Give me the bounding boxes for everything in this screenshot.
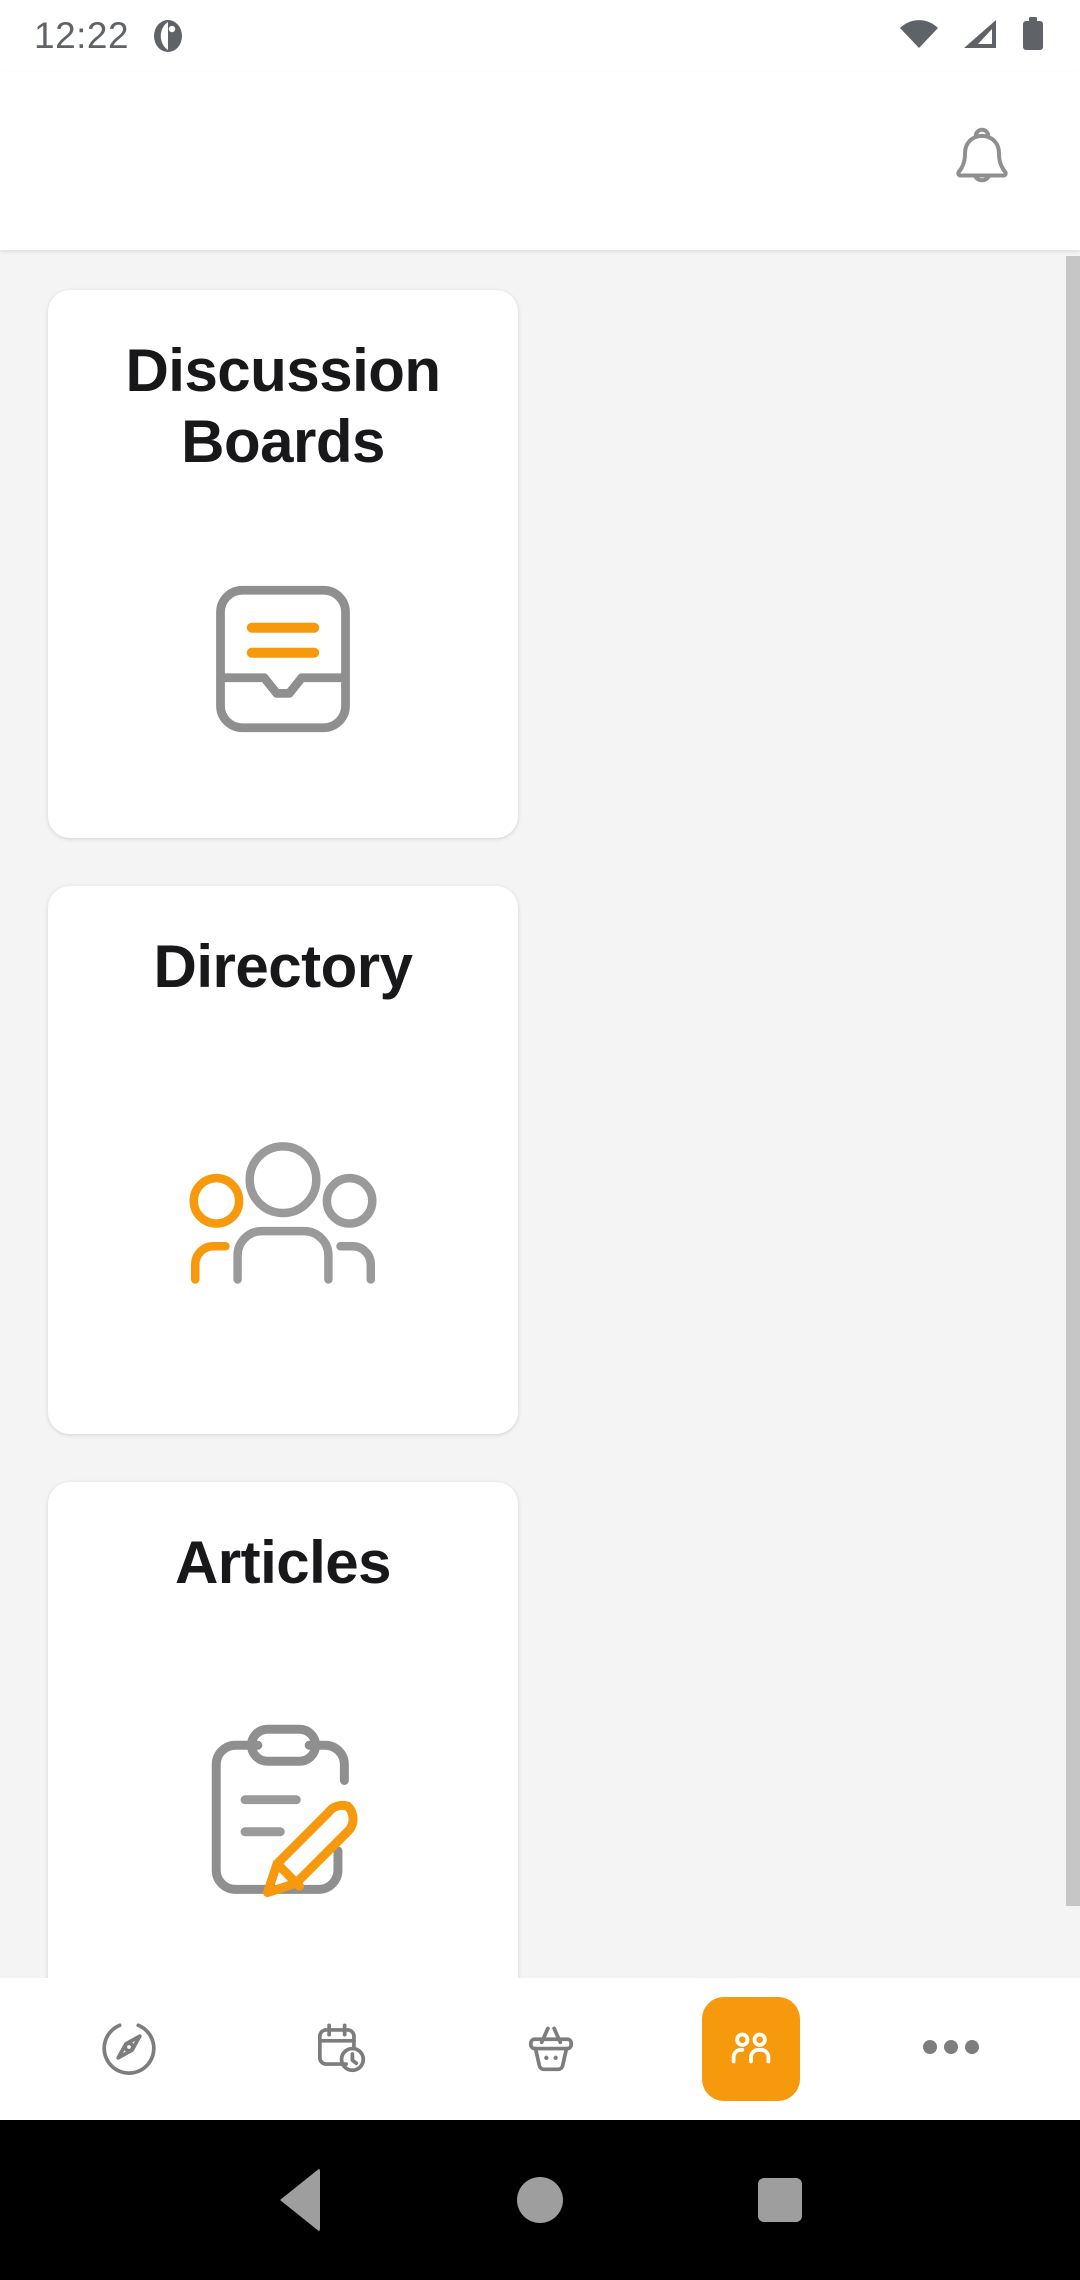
back-triangle-icon	[280, 2168, 320, 2232]
more-dots-icon	[920, 2036, 982, 2063]
home-circle-icon	[517, 2177, 563, 2223]
home-button[interactable]	[485, 2145, 595, 2255]
calendar-clock-icon	[309, 2016, 371, 2083]
main-content: Discussion Boards Directory Articles	[0, 250, 1080, 1978]
feature-card-grid: Discussion Boards Directory Articles	[48, 290, 1032, 1978]
battery-icon	[1020, 16, 1046, 57]
android-system-nav	[0, 2120, 1080, 2280]
card-directory[interactable]: Directory	[48, 886, 518, 1434]
status-bar-right	[898, 16, 1046, 57]
back-button[interactable]	[245, 2145, 355, 2255]
status-bar-clock: 12:22	[34, 15, 130, 56]
content-scrollbar[interactable]	[1066, 250, 1080, 1978]
basket-icon	[520, 2016, 582, 2083]
people-icon	[722, 2018, 780, 2081]
nav-item-more[interactable]	[891, 1994, 1011, 2104]
circle-half-icon	[151, 19, 185, 53]
nav-item-community[interactable]	[701, 1997, 800, 2101]
scrollbar-thumb[interactable]	[1066, 256, 1080, 1906]
nav-item-shop[interactable]	[491, 1994, 611, 2104]
card-title: Directory	[153, 933, 413, 1000]
app-header	[0, 72, 1080, 250]
status-bar-left: 12:22	[34, 15, 185, 57]
card-title: Articles	[174, 1529, 392, 1596]
card-title: Discussion Boards	[125, 337, 441, 475]
card-discussion-boards[interactable]: Discussion Boards	[48, 290, 518, 838]
recents-square-icon	[758, 2178, 802, 2222]
compass-icon	[98, 2016, 160, 2083]
bell-icon	[945, 122, 1019, 201]
nav-item-explore[interactable]	[69, 1994, 189, 2104]
clipboard-pencil-icon	[48, 1594, 518, 1978]
wifi-icon	[898, 17, 940, 56]
notifications-button[interactable]	[934, 113, 1030, 209]
bottom-navigation-bar	[0, 1978, 1080, 2120]
recents-button[interactable]	[725, 2145, 835, 2255]
cellular-signal-icon	[960, 17, 1000, 56]
phone-screen: 12:22 Discussion Boards Directory Articl…	[0, 0, 1080, 2280]
inbox-tray-icon	[48, 480, 518, 838]
status-bar: 12:22	[0, 0, 1080, 72]
card-articles[interactable]: Articles	[48, 1482, 518, 1978]
people-group-icon	[48, 998, 518, 1434]
nav-item-schedule[interactable]	[280, 1994, 400, 2104]
